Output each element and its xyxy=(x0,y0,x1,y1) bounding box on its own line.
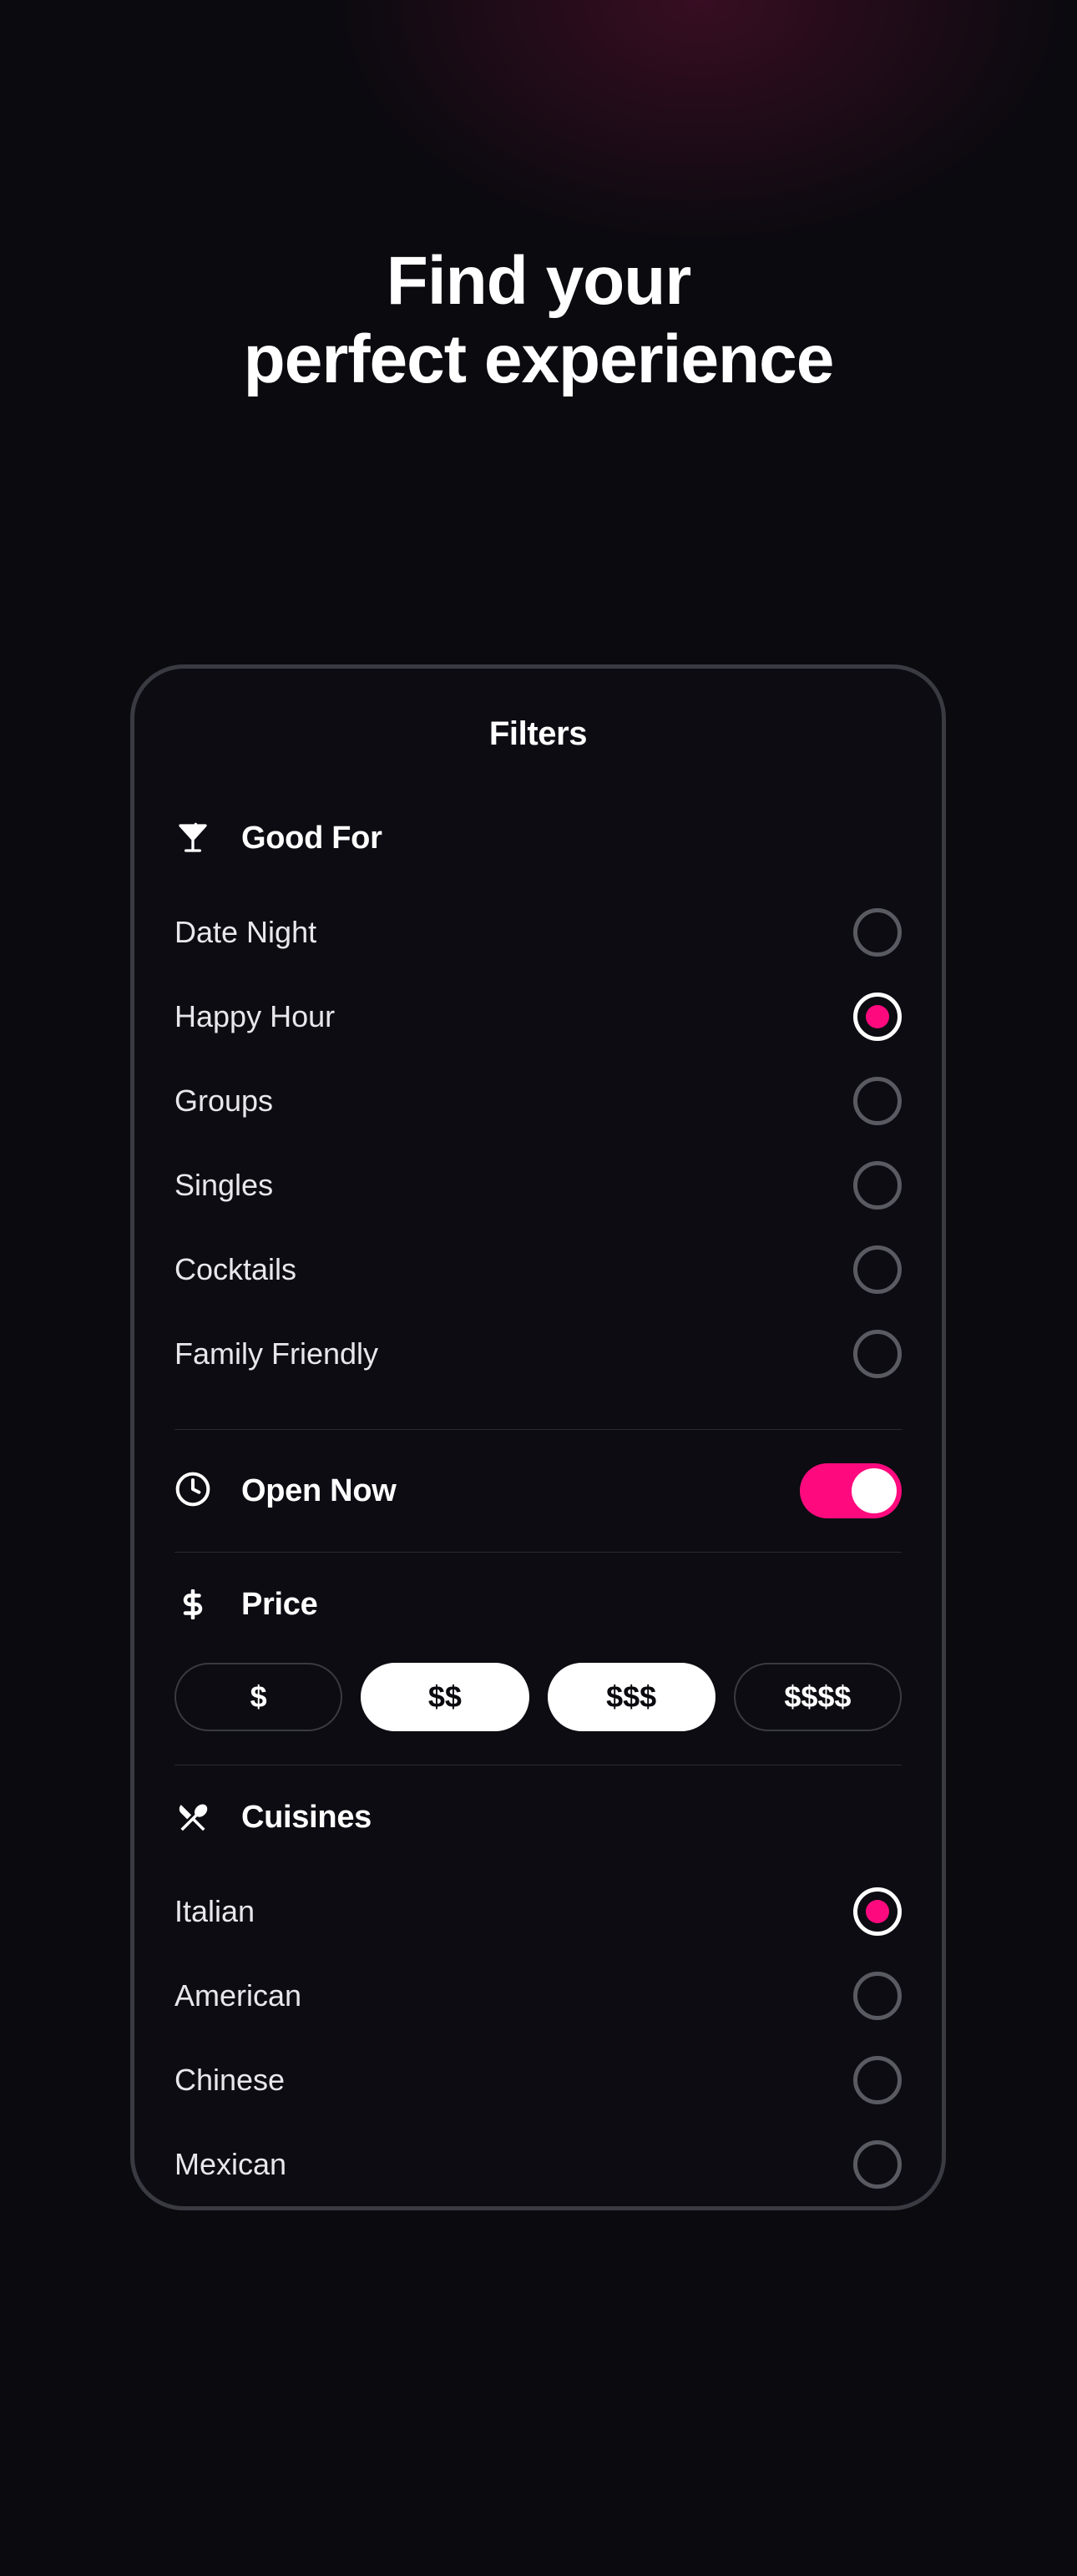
phone-frame: Filters Good For Date Night Happy Hour Gro… xyxy=(130,664,946,2210)
open-now-label: Open Now xyxy=(241,1473,397,1509)
radio-circle[interactable] xyxy=(853,1972,902,2020)
radio-circle[interactable] xyxy=(853,908,902,957)
price-header: Price xyxy=(174,1586,902,1623)
utensils-icon xyxy=(174,1799,211,1836)
open-now-toggle[interactable] xyxy=(800,1463,902,1518)
option-label: American xyxy=(174,1978,301,2013)
cuisines-list: Italian American Chinese Mexican xyxy=(174,1869,902,2206)
good-for-option[interactable]: Family Friendly xyxy=(174,1311,902,1396)
option-label: Italian xyxy=(174,1894,255,1929)
price-pill[interactable]: $$ xyxy=(361,1663,528,1731)
radio-circle[interactable] xyxy=(853,993,902,1041)
good-for-list: Date Night Happy Hour Groups Singles Cocktai… xyxy=(174,890,902,1396)
radio-circle[interactable] xyxy=(853,1161,902,1210)
option-label: Groups xyxy=(174,1083,273,1119)
open-now-left: Open Now xyxy=(174,1471,397,1512)
divider xyxy=(174,1429,902,1430)
radio-circle[interactable] xyxy=(853,1245,902,1294)
cuisine-option[interactable]: Mexican xyxy=(174,2122,902,2206)
cuisine-option[interactable]: Chinese xyxy=(174,2038,902,2122)
option-label: Chinese xyxy=(174,2063,285,2098)
radio-circle[interactable] xyxy=(853,1077,902,1125)
option-label: Mexican xyxy=(174,2147,286,2182)
filters-title: Filters xyxy=(174,715,902,753)
radio-circle[interactable] xyxy=(853,2140,902,2189)
hero-line2: perfect experience xyxy=(0,321,1077,399)
dollar-icon xyxy=(174,1586,211,1623)
price-pills: $$$$$$$$$$ xyxy=(174,1663,902,1731)
clock-icon xyxy=(174,1471,211,1512)
option-label: Family Friendly xyxy=(174,1336,378,1371)
good-for-option[interactable]: Cocktails xyxy=(174,1227,902,1311)
good-for-title: Good For xyxy=(241,821,382,856)
option-label: Happy Hour xyxy=(174,999,335,1034)
radio-circle[interactable] xyxy=(853,1330,902,1378)
open-now-row: Open Now xyxy=(174,1463,902,1518)
martini-icon xyxy=(174,820,211,856)
good-for-option[interactable]: Date Night xyxy=(174,890,902,974)
price-title: Price xyxy=(241,1587,317,1623)
price-pill[interactable]: $$$ xyxy=(548,1663,715,1731)
toggle-knob xyxy=(852,1468,897,1513)
option-label: Cocktails xyxy=(174,1252,296,1287)
good-for-option[interactable]: Happy Hour xyxy=(174,974,902,1058)
good-for-option[interactable]: Groups xyxy=(174,1058,902,1143)
radio-circle[interactable] xyxy=(853,1887,902,1936)
good-for-option[interactable]: Singles xyxy=(174,1143,902,1227)
cuisines-header: Cuisines xyxy=(174,1799,902,1836)
price-pill[interactable]: $ xyxy=(174,1663,342,1731)
hero-line1: Find your xyxy=(0,242,1077,321)
option-label: Singles xyxy=(174,1168,273,1203)
radio-circle[interactable] xyxy=(853,2056,902,2104)
cuisine-option[interactable]: Italian xyxy=(174,1869,902,1953)
cuisine-option[interactable]: American xyxy=(174,1953,902,2038)
divider xyxy=(174,1552,902,1553)
good-for-header: Good For xyxy=(174,820,902,856)
hero-title: Find your perfect experience xyxy=(0,242,1077,400)
price-pill[interactable]: $$$$ xyxy=(734,1663,902,1731)
cuisines-title: Cuisines xyxy=(241,1800,372,1836)
option-label: Date Night xyxy=(174,915,316,950)
